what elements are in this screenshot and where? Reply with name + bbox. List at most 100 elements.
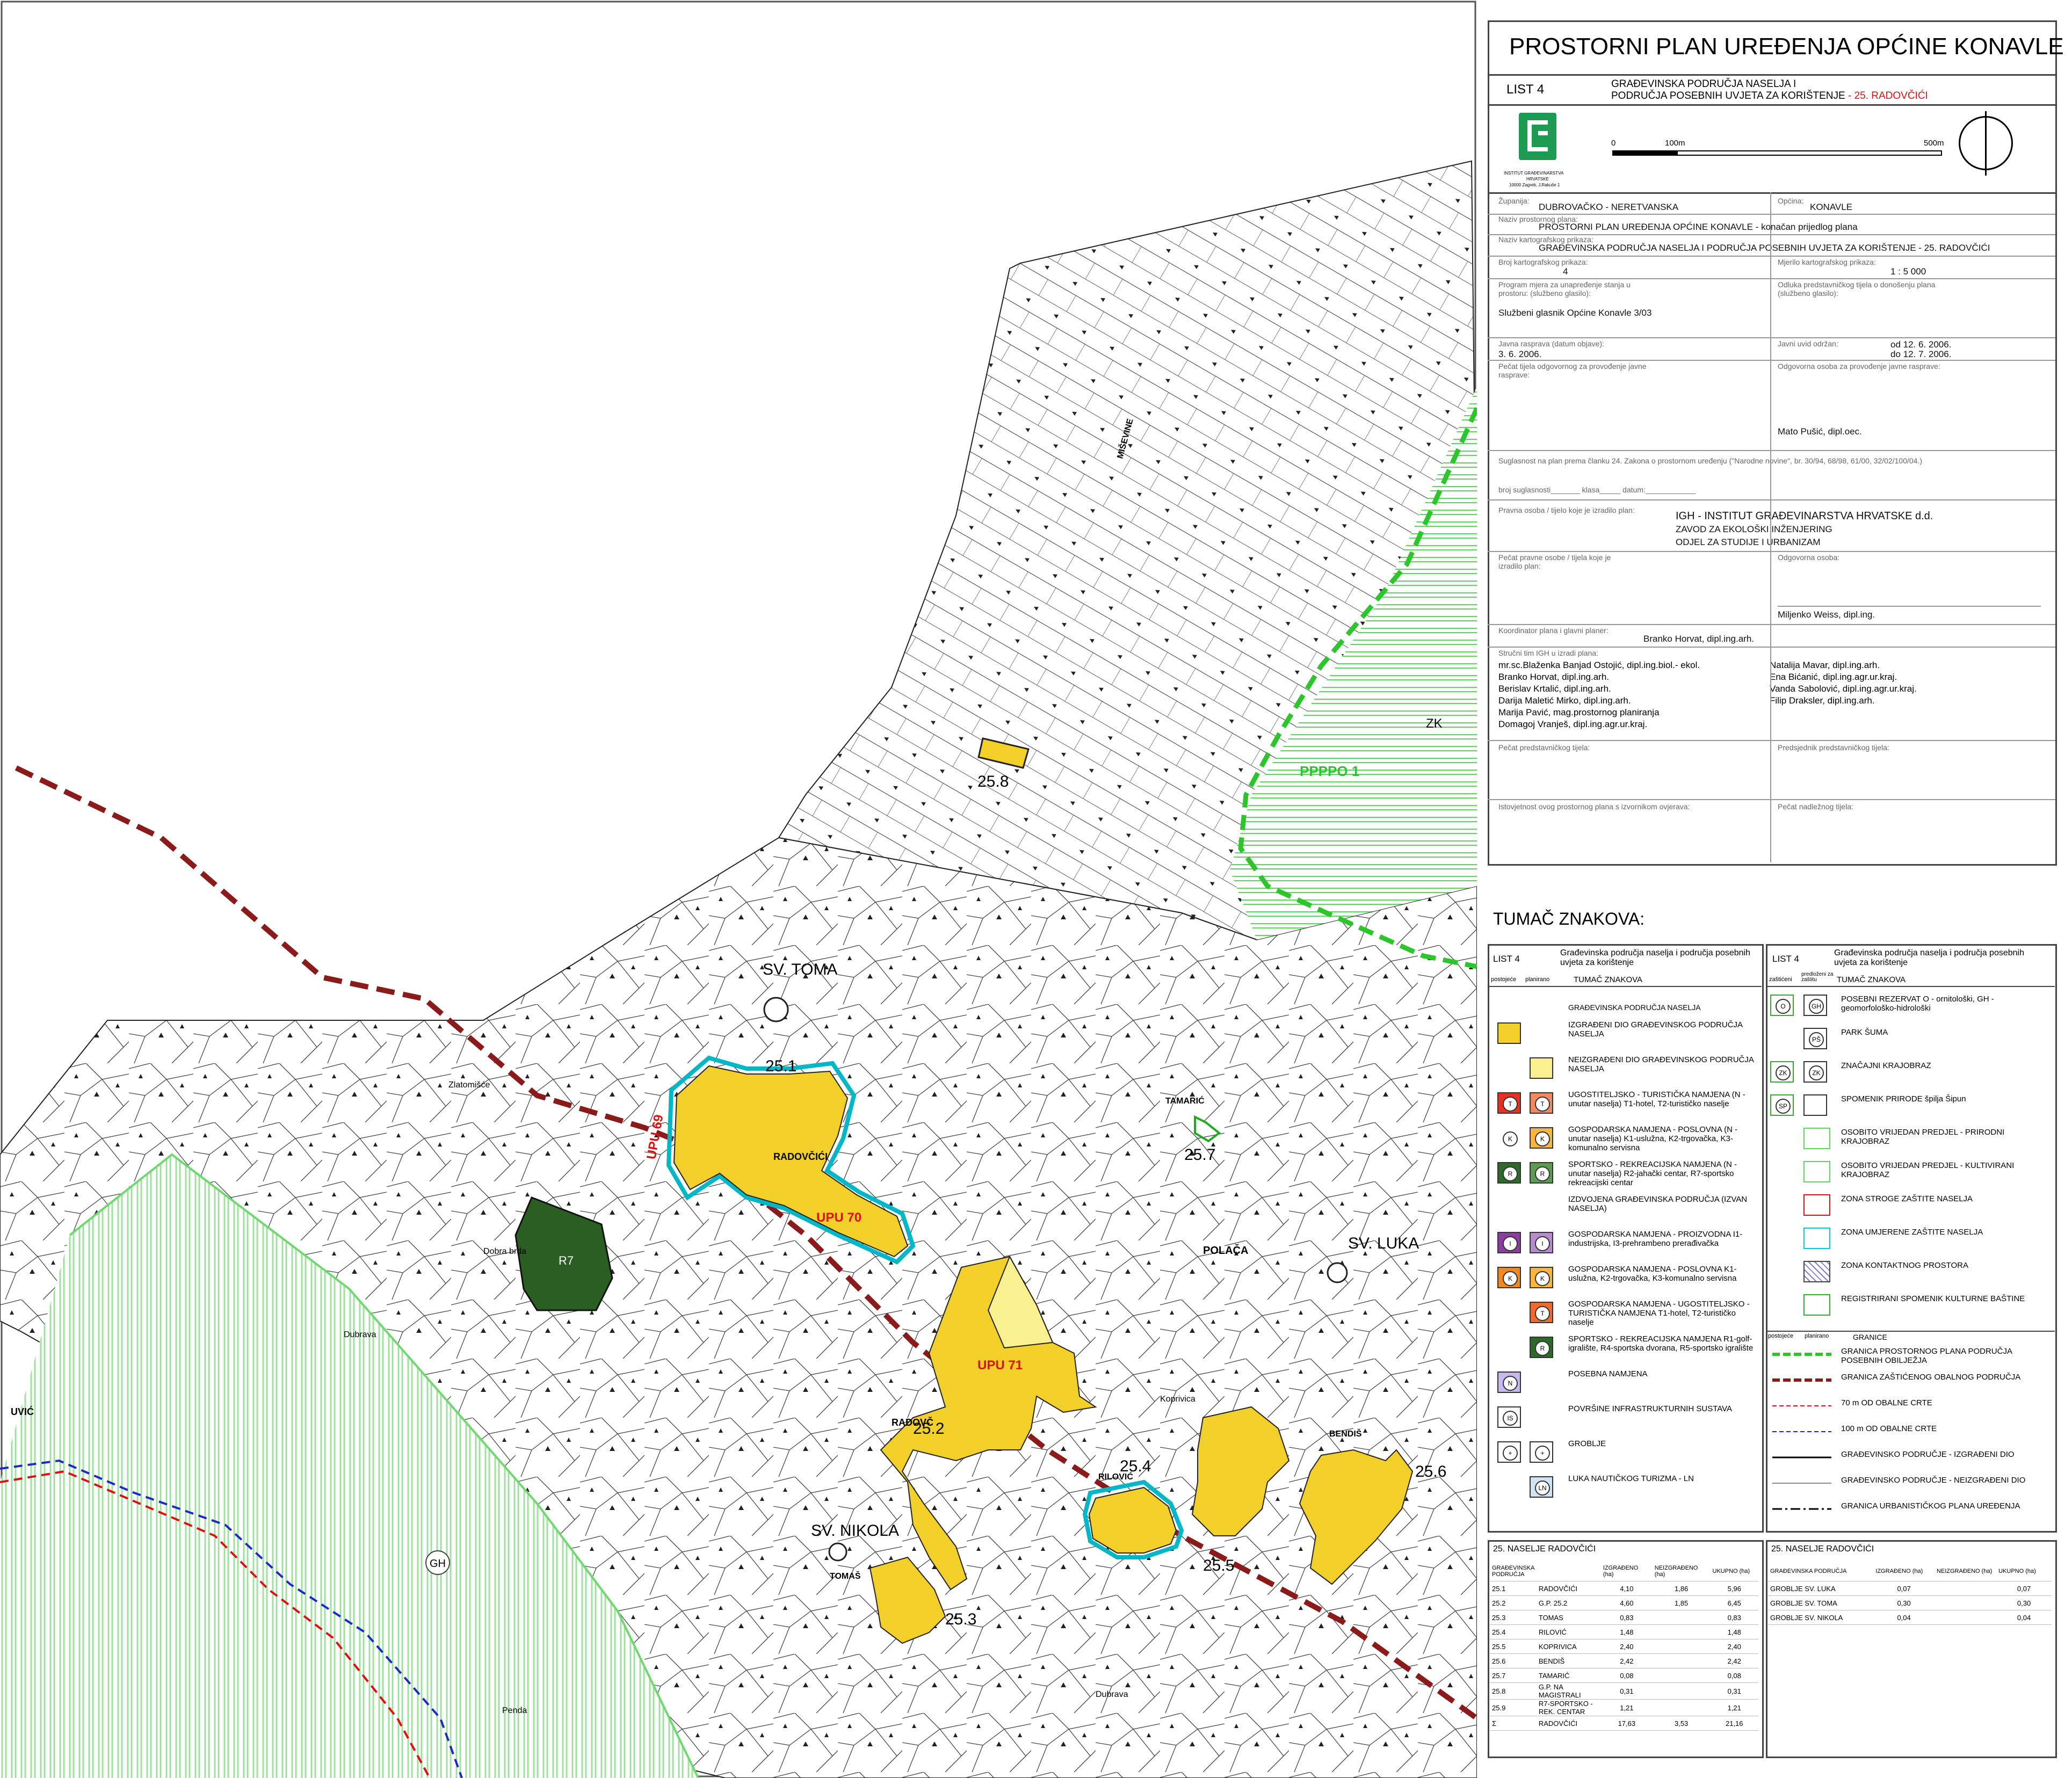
legend-swatch-existing: N xyxy=(1497,1371,1521,1393)
legend-item-label: ZONA STROGE ZAŠTITE NASELJA xyxy=(1841,1194,1973,1203)
table-cell xyxy=(1934,1595,1997,1610)
table-cell: 0,31 xyxy=(1710,1682,1758,1700)
legend-item: K K GOSPODARSKA NAMJENA - POSLOVNA (N - un… xyxy=(1488,1124,1761,1156)
legend-line-label: GRANICA ZAŠTIĆENOG OBALNOG PODRUČJA xyxy=(1841,1373,2021,1382)
legend-swatch-planned xyxy=(1530,1057,1553,1079)
team-member: Vanda Sabolović, dipl.ing.agr.ur.kraj. xyxy=(1770,684,1917,694)
legend-item-label: GOSPODARSKA NAMJENA - UGOSTITELJSKO - TU… xyxy=(1568,1300,1750,1327)
table-cell: G.P. NA MAGISTRALI xyxy=(1536,1682,1601,1700)
table-cell xyxy=(1934,1610,1997,1625)
legend-swatch-proposed xyxy=(1803,1128,1830,1149)
legend-item: PŠ PARK ŠUMA xyxy=(1766,1025,2054,1056)
koordinator-label: Koordinator plana i glavni planer: xyxy=(1498,626,1609,635)
suglasnost-text: Suglasnost na plan prema članku 24. Zako… xyxy=(1498,456,1923,465)
legend-swatch-existing xyxy=(1497,1337,1521,1358)
label-dobra-brda: Dobra brda xyxy=(483,1247,526,1256)
table-cell: BENDIŠ xyxy=(1536,1653,1601,1668)
team-member: mr.sc.Blaženka Banjad Ostojić, dipl.ing.… xyxy=(1498,660,1700,670)
label-upu-71: UPU 71 xyxy=(977,1358,1023,1373)
table-cell xyxy=(1652,1610,1711,1625)
legend-swatch-existing xyxy=(1497,1022,1521,1044)
legend-line-item: GRANICA PROSTORNOG PLANA PODRUČJA POSEBN… xyxy=(1766,1342,2054,1366)
table-cell: 21,16 xyxy=(1710,1716,1758,1731)
pravna-line-1: IGH - INSTITUT GRAĐEVINARSTVA HRVATSKE d… xyxy=(1676,510,1933,522)
legend-line-item: GRAĐEVINSKO PODRUČJE - NEIZGRAĐENI DIO xyxy=(1766,1471,2054,1495)
broj-label: Broj kartografskog prikaza: xyxy=(1498,258,1588,266)
table-cell: 0,30 xyxy=(1996,1595,2052,1610)
legend-right-col2: predloženi za zaštitu xyxy=(1801,971,1834,983)
table-cell: 1,86 xyxy=(1652,1581,1711,1596)
legend-line-label: GRANICA PROSTORNOG PLANA PODRUČJA POSEBN… xyxy=(1841,1347,2012,1365)
table-cell: 3,53 xyxy=(1652,1716,1711,1731)
legend-line-label: GRAĐEVINSKO PODRUČJE - IZGRAĐENI DIO xyxy=(1841,1450,2015,1459)
predsjednik-label: Predsjednik predstavničkog tijela: xyxy=(1778,743,1889,752)
sheet-subtitle-1: GRAĐEVINSKA PODRUČJA NASELJA I xyxy=(1611,78,1796,90)
table2-body: GRAĐEVINSKA PODRUČJA IZGRAĐENO (ha) NEIZGR… xyxy=(1768,1562,2052,1625)
zupanija-value: DUBROVAČKO - NERETVANSKA xyxy=(1539,202,1679,212)
legend-swatch-planned xyxy=(1530,1197,1553,1218)
label-zk: ZK xyxy=(1426,716,1443,731)
team-member: Ena Bićanić, dipl.ing.agr.ur.kraj. xyxy=(1770,672,1897,682)
table-cell: KOPRIVICA xyxy=(1536,1639,1601,1654)
table-cell: 2,42 xyxy=(1710,1653,1758,1668)
table-row: 25.8 G.P. NA MAGISTRALI 0,31 0,31 xyxy=(1490,1682,1758,1700)
map-sheet: SV. TOMA SV. LUKA SV. NIKOLA UPU 69 UPU … xyxy=(0,0,2072,1778)
table-cell: 25.3 xyxy=(1490,1610,1537,1625)
legend-item-label: GROBLJE xyxy=(1568,1439,1606,1448)
rasprava-label: Javna rasprava (datum objave): xyxy=(1498,339,1604,348)
legend-swatch-existing: + xyxy=(1497,1441,1521,1463)
legend-swatch-protected xyxy=(1770,1161,1794,1182)
pecat-label: Pečat tijela odgovornog za provođenje ja… xyxy=(1498,362,1647,379)
legend-line-sample xyxy=(1772,1353,1831,1356)
legend-item: T T UGOSTITELJSKO - TURISTIČKA NAMJENA (N … xyxy=(1488,1089,1761,1121)
label-dubrava-1: Dubrava xyxy=(344,1330,376,1339)
label-sv-luka: SV. LUKA xyxy=(1348,1235,1419,1252)
legend-line-sample xyxy=(1772,1405,1831,1406)
legend-swatch-protected xyxy=(1770,1294,1794,1316)
uvid-label: Javni uvid održan: xyxy=(1778,339,1838,348)
legend-swatch-protected: ZK xyxy=(1770,1061,1794,1083)
label-25-5: 25.5 xyxy=(1203,1557,1234,1574)
legend-item: + + GROBLJE xyxy=(1488,1438,1761,1470)
legend-item-label: IZDVOJENA GRAĐEVINSKA PODRUČJA (IZVAN NA… xyxy=(1568,1195,1748,1213)
table-cell: 17,63 xyxy=(1600,1716,1653,1731)
legend-swatch-planned: T xyxy=(1530,1092,1553,1114)
strucni-left-list: mr.sc.Blaženka Banjad Ostojić, dipl.ing.… xyxy=(1498,659,1700,730)
institute-line-3: 10000 Zagreb, J.Rakuše 1 xyxy=(1509,183,1560,187)
uvid-from: od 12. 6. 2006. xyxy=(1890,339,1952,350)
table-header-cell: IZGRAĐENO (ha) xyxy=(1873,1562,1935,1581)
table-header-cell: UKUPNO (ha) xyxy=(1710,1562,1758,1581)
legend-left-col2: planirano xyxy=(1525,976,1550,983)
legend-item: ZONA UMJERENE ZAŠTITE NASELJA xyxy=(1766,1224,2054,1256)
legend-item-label: OSOBITO VRIJEDAN PREDJEL - PRIRODNI KRAJ… xyxy=(1841,1128,2005,1146)
table-cell: 0,83 xyxy=(1600,1610,1653,1625)
program-value: Službeni glasnik Općine Konavle 3/03 xyxy=(1498,308,1652,318)
team-member: Darija Maletić Mirko, dipl.ing.arh. xyxy=(1498,695,1631,706)
legend-line-sample xyxy=(1772,1483,1831,1484)
table-cell: 25.4 xyxy=(1490,1624,1537,1639)
label-25-8: 25.8 xyxy=(977,773,1009,790)
legend-item-label: NEIZGRAĐENI DIO GRAĐEVINSKOG PODRUČJA NA… xyxy=(1568,1055,1754,1073)
table-cell: 1,21 xyxy=(1600,1699,1653,1716)
legend-right-list: LIST 4 xyxy=(1772,954,1799,964)
legend-item-label: GOSPODARSKA NAMJENA - PROIZVODNA I1-indu… xyxy=(1568,1230,1743,1248)
pravna-label: Pravna osoba / tijelo koje je izradilo p… xyxy=(1498,506,1635,514)
table-cell: RADOVČIĆI xyxy=(1536,1716,1601,1731)
label-tomas: TOMAŠ xyxy=(830,1571,861,1581)
label-zlatomisce: Zlatomišće xyxy=(448,1080,490,1090)
table-row: GROBLJE SV. LUKA 0,07 0,07 xyxy=(1768,1581,2052,1596)
broj-suglasnosti: broj suglasnosti_______ klasa_____ datum… xyxy=(1498,485,1696,494)
institute-line-2: HRVATSKE xyxy=(1526,177,1549,182)
legend-swatch-protected xyxy=(1770,1194,1794,1216)
legend-swatch-existing xyxy=(1497,1476,1521,1498)
legend-swatch-proposed: PŠ xyxy=(1803,1028,1827,1049)
legend-item-label: OSOBITO VRIJEDAN PREDJEL - KULTIVIRANI K… xyxy=(1841,1161,2015,1179)
legend-item-label: POVRŠINE INFRASTRUKTURNIH SUSTAVA xyxy=(1568,1404,1733,1413)
legend-item-label: GOSPODARSKA NAMJENA - POSLOVNA K1-uslužn… xyxy=(1568,1265,1737,1283)
table-cell: 0,83 xyxy=(1710,1610,1758,1625)
legend-item-label: ZNAČAJNI KRAJOBRAZ xyxy=(1841,1061,1931,1070)
legend-item: ZONA STROGE ZAŠTITE NASELJA xyxy=(1766,1191,2054,1222)
legend-swatch-existing xyxy=(1497,1057,1521,1079)
table-header-cell: NEIZGRAĐENO (ha) xyxy=(1934,1562,1997,1581)
legend-lines-section: GRANICE xyxy=(1853,1333,1887,1341)
